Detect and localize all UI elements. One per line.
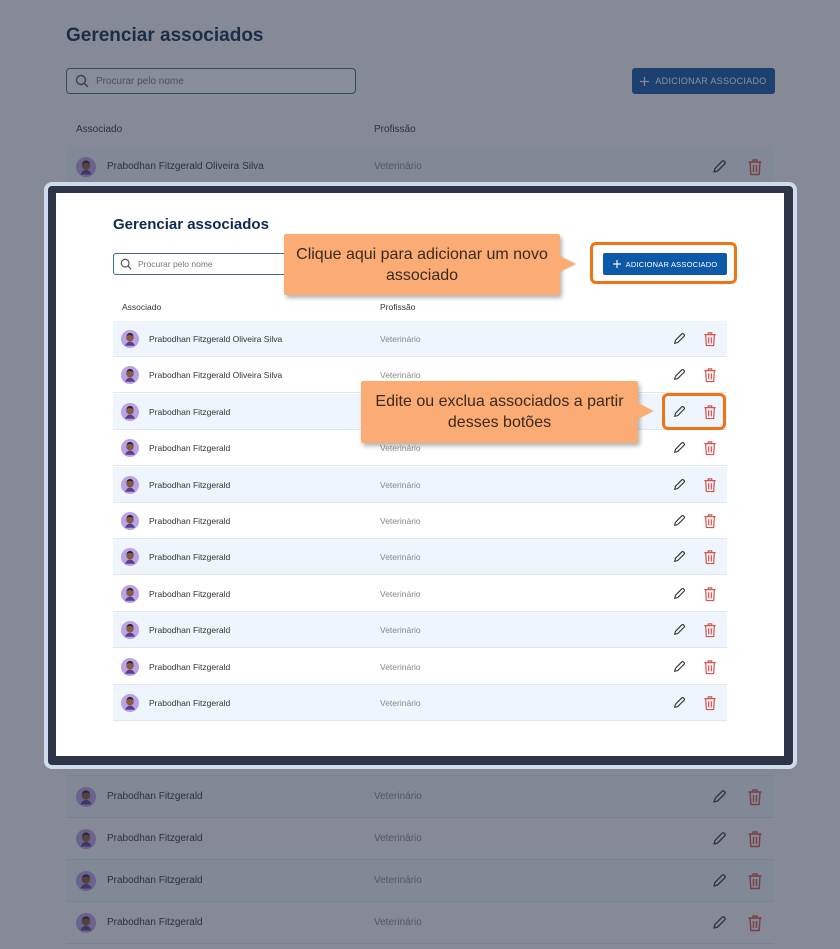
pencil-icon[interactable]	[672, 514, 686, 528]
avatar-icon	[121, 512, 139, 530]
trash-icon[interactable]	[703, 695, 717, 711]
avatar-icon	[121, 657, 139, 676]
associate-profession: Veterinário	[380, 443, 421, 454]
pencil-icon[interactable]	[672, 696, 686, 710]
trash-icon[interactable]	[703, 659, 717, 675]
modal-page-title: Gerenciar associados	[113, 216, 269, 233]
associate-profession: Veterinário	[380, 370, 421, 381]
pencil-icon[interactable]	[672, 332, 686, 346]
modal-table-header: Associado Profissão	[113, 297, 727, 321]
pencil-icon[interactable]	[672, 550, 686, 564]
table-row: Prabodhan Fitzgerald Oliveira Silva Veter…	[113, 321, 727, 357]
avatar-icon	[121, 439, 139, 458]
avatar-icon	[121, 584, 139, 603]
associate-name: Prabodhan Fitzgerald Oliveira Silva	[149, 370, 283, 381]
associate-name: Prabodhan Fitzgerald	[149, 698, 231, 708]
actions-callout: Edite ou exclua associados a partir dess…	[361, 381, 654, 443]
table-row: Prabodhan Fitzgerald Veterinário	[113, 685, 727, 721]
trash-icon[interactable]	[703, 549, 717, 565]
associate-profession: Veterinário	[380, 625, 421, 636]
associate-profession: Veterinário	[380, 334, 421, 344]
associate-profession: Veterinário	[380, 698, 421, 708]
avatar-icon	[121, 366, 139, 385]
pencil-icon[interactable]	[672, 660, 686, 674]
associate-name: Prabodhan Fitzgerald	[149, 552, 231, 563]
row-actions-highlight	[662, 393, 726, 430]
modal-search-input[interactable]: Procurar pelo nome	[113, 253, 293, 275]
add-button-highlight	[590, 242, 737, 284]
avatar-icon	[121, 330, 139, 348]
avatar-icon	[121, 402, 139, 421]
trash-icon[interactable]	[703, 440, 717, 456]
avatar-icon	[121, 621, 139, 640]
search-icon	[120, 258, 132, 270]
pencil-icon[interactable]	[672, 623, 686, 637]
trash-icon[interactable]	[703, 331, 717, 347]
trash-icon[interactable]	[703, 477, 717, 493]
search-placeholder: Procurar pelo nome	[138, 259, 213, 269]
associate-name: Prabodhan Fitzgerald	[149, 443, 231, 454]
table-row: Prabodhan Fitzgerald Veterinário	[113, 649, 727, 685]
associate-name: Prabodhan Fitzgerald	[149, 516, 231, 526]
associate-name: Prabodhan Fitzgerald	[149, 406, 231, 417]
associate-name: Prabodhan Fitzgerald	[149, 625, 231, 636]
table-row: Prabodhan Fitzgerald Veterinário	[113, 466, 727, 503]
trash-icon[interactable]	[703, 367, 717, 383]
table-row: Prabodhan Fitzgerald Veterinário	[113, 539, 727, 576]
pencil-icon[interactable]	[672, 587, 686, 601]
avatar-icon	[121, 475, 139, 494]
associate-profession: Veterinário	[380, 661, 421, 672]
associate-profession: Veterinário	[380, 552, 421, 563]
associate-name: Prabodhan Fitzgerald	[149, 588, 231, 599]
trash-icon[interactable]	[703, 513, 717, 529]
associate-name: Prabodhan Fitzgerald	[149, 661, 231, 672]
associate-profession: Veterinário	[380, 588, 421, 599]
avatar-icon	[121, 694, 139, 712]
associate-profession: Veterinário	[380, 516, 421, 526]
pencil-icon[interactable]	[672, 368, 686, 382]
associate-name: Prabodhan Fitzgerald Oliveira Silva	[149, 334, 283, 344]
pencil-icon[interactable]	[672, 478, 686, 492]
avatar-icon	[121, 548, 139, 567]
associate-name: Prabodhan Fitzgerald	[149, 479, 231, 490]
trash-icon[interactable]	[703, 586, 717, 602]
associate-profession: Veterinário	[380, 479, 421, 490]
column-associate: Associado	[122, 302, 162, 312]
table-row: Prabodhan Fitzgerald Veterinário	[113, 503, 727, 539]
table-row: Prabodhan Fitzgerald Veterinário	[113, 576, 727, 612]
trash-icon[interactable]	[703, 622, 717, 638]
pencil-icon[interactable]	[672, 441, 686, 455]
add-callout: Clique aqui para adicionar um novo assoc…	[284, 234, 576, 295]
column-profession: Profissão	[380, 302, 416, 312]
table-row: Prabodhan Fitzgerald Veterinário	[113, 612, 727, 649]
